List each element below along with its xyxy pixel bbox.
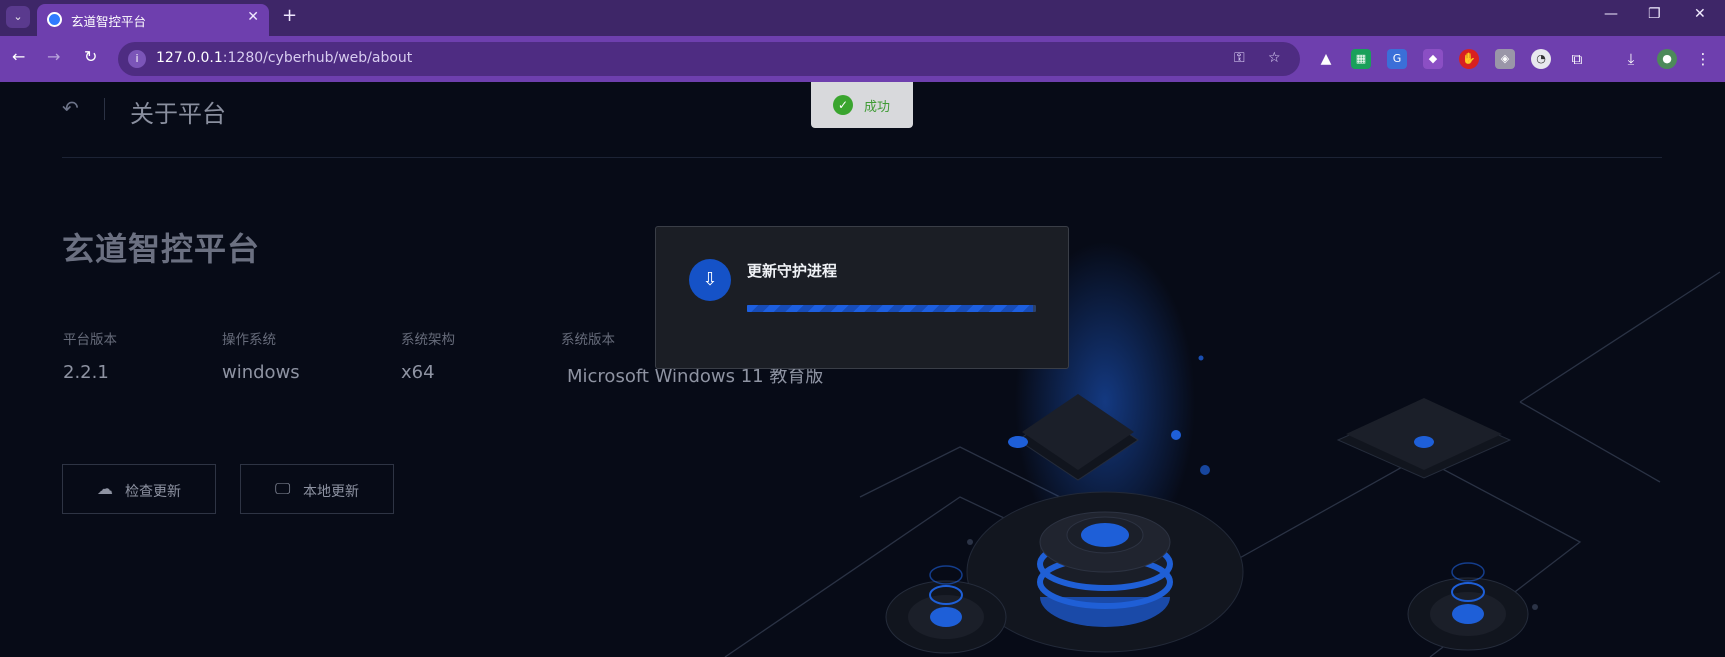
header-divider [104,98,105,120]
url-text: 127.0.0.1:1280/cyberhub/web/about [156,50,413,66]
back-arrow-icon[interactable]: ↶ [62,96,79,120]
profile-avatar-icon[interactable]: ● [1657,49,1677,69]
new-tab-button[interactable]: + [282,5,297,26]
info-label-version: 平台版本 [63,332,117,348]
extension-stop-icon[interactable]: ✋ [1459,49,1479,69]
dialog-title: 更新守护进程 [747,262,838,280]
extension-clock-icon[interactable]: ◔ [1531,49,1551,69]
check-circle-icon: ✓ [833,95,853,115]
browser-toolbar: ← → ↻ i 127.0.0.1:1280/cyberhub/web/abou… [0,36,1725,82]
extension-calendar-icon[interactable]: ▦ [1351,49,1371,69]
cloud-download-icon: ⇩ [689,259,731,301]
browser-tab-bar: ⌄ 玄道智控平台 ✕ + — ❐ ✕ [0,0,1725,36]
restore-window-button[interactable]: ❐ [1648,6,1661,22]
platform-name: 玄道智控平台 [62,230,261,268]
tab-title: 玄道智控平台 [71,14,147,29]
local-update-label: 本地更新 [303,484,359,500]
update-progress-dialog: ⇩ 更新守护进程 [655,226,1069,369]
tab-search-button[interactable]: ⌄ [6,6,30,28]
address-bar[interactable]: i 127.0.0.1:1280/cyberhub/web/about ⚿ ☆ [118,42,1300,76]
page-title: 关于平台 [130,100,226,128]
info-label-os: 操作系统 [222,332,276,348]
password-key-icon[interactable]: ⚿ [1234,50,1245,66]
extension-gray-icon[interactable]: ◈ [1495,49,1515,69]
about-page: ↶ 关于平台 玄道智控平台 平台版本 操作系统 系统架构 系统版本 2.2.1 … [0,82,1725,657]
back-button[interactable]: ← [12,47,25,66]
progress-bar-fill [747,305,1034,312]
extension-shield-icon[interactable]: ◆ [1423,49,1443,69]
monitor-upload-icon: 🖵 [275,479,291,498]
info-value-os: windows [222,362,300,383]
site-info-icon[interactable]: i [128,50,146,68]
check-update-button[interactable]: ☁ 检查更新 [62,464,216,514]
close-window-button[interactable]: ✕ [1694,6,1706,22]
minimize-window-button[interactable]: — [1604,6,1618,22]
info-label-os-version: 系统版本 [561,332,615,348]
cloud-download-icon: ☁ [97,479,113,498]
info-value-version: 2.2.1 [63,362,109,383]
extension-translate-icon[interactable]: G [1387,49,1407,69]
extension-mountain-icon[interactable]: ▲ [1316,49,1336,69]
forward-button[interactable]: → [47,47,60,66]
info-value-arch: x64 [401,362,435,383]
reload-button[interactable]: ↻ [84,47,97,66]
downloads-icon[interactable]: ⤓ [1621,49,1641,69]
bookmark-star-icon[interactable]: ☆ [1268,50,1281,66]
close-tab-icon[interactable]: ✕ [247,9,259,25]
extensions-puzzle-icon[interactable]: ⧉ [1567,49,1587,69]
info-label-arch: 系统架构 [401,332,455,348]
local-update-button[interactable]: 🖵 本地更新 [240,464,394,514]
check-update-label: 检查更新 [125,484,181,500]
toast-message: 成功 [864,100,891,115]
site-favicon-icon [47,12,62,27]
browser-tab[interactable]: 玄道智控平台 ✕ [37,4,269,36]
browser-menu-icon[interactable]: ⋮ [1693,49,1713,69]
success-toast: ✓ 成功 [811,82,913,128]
progress-bar [747,305,1036,312]
